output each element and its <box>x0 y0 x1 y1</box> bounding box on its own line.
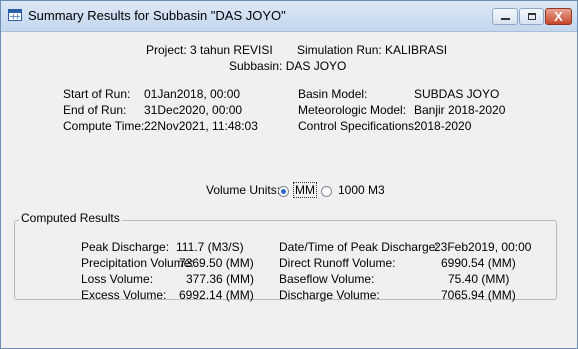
control-specifications-label: Control Specifications: <box>298 119 418 133</box>
volume-units-mm-radio[interactable] <box>278 186 289 197</box>
basin-model-label: Basin Model: <box>298 87 368 101</box>
minimize-button[interactable] <box>492 8 518 25</box>
summary-results-window: Summary Results for Subbasin "DAS JOYO" … <box>0 0 578 349</box>
loss-volume-value: 377.36 (MM) <box>186 272 255 286</box>
loss-volume-label: Loss Volume: <box>81 272 154 286</box>
end-of-run-label: End of Run: <box>63 103 127 117</box>
control-specifications-value: 2018-2020 <box>414 119 472 133</box>
volume-units-1000m3-label[interactable]: 1000 M3 <box>338 183 385 197</box>
title-bar[interactable]: Summary Results for Subbasin "DAS JOYO" … <box>1 1 577 32</box>
excess-volume-label: Excess Volume: <box>81 288 167 302</box>
discharge-volume-label: Discharge Volume: <box>279 288 380 302</box>
peak-discharge-value: 111.7 (M3/S) <box>176 240 244 254</box>
maximize-button[interactable] <box>519 8 544 25</box>
peak-time-label: Date/Time of Peak Discharge: <box>279 240 439 254</box>
baseflow-volume-value: 75.40 (MM) <box>448 272 510 286</box>
excess-volume-value: 6992.14 (MM) <box>179 288 254 302</box>
peak-time-value: 23Feb2019, 00:00 <box>434 240 532 254</box>
window-title: Summary Results for Subbasin "DAS JOYO" <box>28 8 286 23</box>
minimize-icon <box>501 18 510 20</box>
close-button[interactable]: X <box>545 8 572 25</box>
volume-units-mm-label[interactable]: MM <box>293 182 317 198</box>
baseflow-volume-label: Baseflow Volume: <box>279 272 375 286</box>
peak-discharge-label: Peak Discharge: <box>81 240 170 254</box>
start-of-run-value: 01Jan2018, 00:00 <box>144 87 241 101</box>
compute-time-value: 22Nov2021, 11:48:03 <box>144 119 258 133</box>
table-icon <box>8 9 22 21</box>
end-of-run-value: 31Dec2020, 00:00 <box>144 103 243 117</box>
precipitation-volume-label: Precipitation Volume: <box>81 256 194 270</box>
direct-runoff-volume-label: Direct Runoff Volume: <box>279 256 396 270</box>
compute-time-label: Compute Time: <box>63 119 145 133</box>
subbasin-label: Subbasin: DAS JOYO <box>229 59 347 73</box>
direct-runoff-volume-value: 6990.54 (MM) <box>441 256 516 270</box>
precipitation-volume-value: 7369.50 (MM) <box>179 256 254 270</box>
project-label: Project: 3 tahun REVISI <box>146 43 273 57</box>
volume-units-label: Volume Units: <box>206 183 281 197</box>
computed-results-legend: Computed Results <box>19 211 122 225</box>
meteorologic-model-value: Banjir 2018-2020 <box>414 103 506 117</box>
meteorologic-model-label: Meteorologic Model: <box>298 103 407 117</box>
start-of-run-label: Start of Run: <box>63 87 131 101</box>
close-icon: X <box>554 9 563 24</box>
basin-model-value: SUBDAS JOYO <box>414 87 500 101</box>
maximize-icon <box>528 13 536 20</box>
discharge-volume-value: 7065.94 (MM) <box>441 288 516 302</box>
volume-units-1000m3-radio[interactable] <box>321 186 332 197</box>
simulation-run-label: Simulation Run: KALIBRASI <box>297 43 448 57</box>
